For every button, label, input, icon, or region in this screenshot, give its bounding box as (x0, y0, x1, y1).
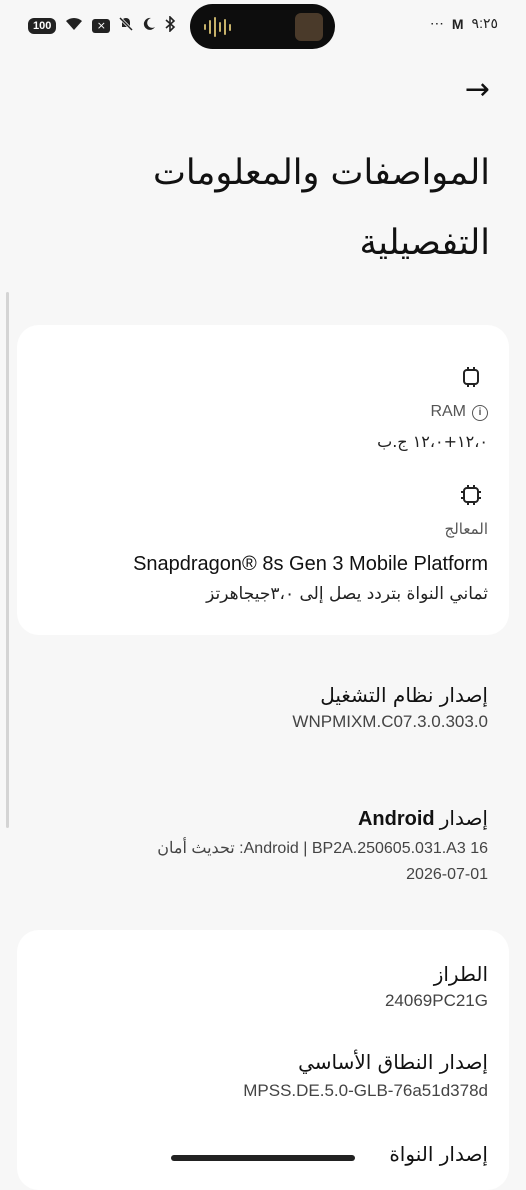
status-icons-right: ⋯ M ٩:٢٥ (430, 15, 498, 32)
back-arrow-icon[interactable]: → (465, 72, 490, 108)
separator: | (303, 840, 308, 857)
specs-card: RAM i ١٢،٠+١٢،٠ ج.ب المعالج Snapdragon® 8… (17, 325, 509, 635)
status-bar: 100 × ⋯ M ٩:٢٥ (0, 0, 526, 54)
android-version-label-prefix: إصدار (439, 806, 488, 830)
processor-label: المعالج (444, 520, 488, 538)
processor-chip-icon (459, 483, 483, 511)
ram-label: RAM (430, 403, 466, 420)
memory-chip-icon (459, 365, 483, 393)
wifi-icon (64, 16, 84, 35)
model-label: الطراز (433, 962, 488, 986)
do-not-disturb-moon-icon (142, 17, 156, 34)
model-value: 24069PC21G (384, 991, 488, 1010)
android-version-label: إصدار Android (358, 806, 488, 831)
kernel-label: إصدار النواة (389, 1142, 488, 1166)
security-update-label: تحديث أمان :Android (157, 840, 299, 857)
info-icon[interactable]: i (472, 405, 488, 421)
gmail-icon: M (451, 15, 464, 32)
build-number: BP2A.250605.031.A3 16 (311, 840, 488, 857)
more-notifications-icon: ⋯ (429, 15, 444, 31)
ram-label-row: RAM i (430, 401, 488, 421)
android-version-value-line1: تحديث أمان :Android | BP2A.250605.031.A3… (157, 838, 488, 858)
os-version-value: WNPMIXM.C07.3.0.303.0 (292, 712, 488, 731)
media-thumbnail (295, 13, 323, 41)
battery-indicator: 100 (28, 17, 57, 34)
processor-detail: ثماني النواة بتردد يصل إلى ٣،٠جيجاهرتز (206, 584, 488, 604)
home-indicator[interactable] (171, 1155, 355, 1161)
audio-waveform-icon (204, 17, 231, 37)
processor-name: Snapdragon® 8s Gen 3 Mobile Platform (133, 553, 488, 575)
android-version-label-name: Android (357, 808, 435, 830)
page-title: المواصفات والمعلومات التفصيلية (152, 153, 490, 263)
security-patch-date: 2026-07-01 (406, 866, 488, 883)
scrollbar[interactable] (6, 292, 9, 828)
ram-value: ١٢،٠+١٢،٠ ج.ب (377, 432, 488, 451)
clock: ٩:٢٥ (471, 15, 498, 31)
os-version-label: إصدار نظام التشغيل (320, 683, 488, 707)
mobile-data-off-icon: × (92, 18, 111, 33)
baseband-label: إصدار النطاق الأساسي (298, 1050, 488, 1074)
details-card: الطراز 24069PC21G إصدار النطاق الأساسي M… (17, 930, 509, 1190)
dynamic-island-media[interactable] (190, 4, 335, 49)
baseband-value: MPSS.DE.5.0-GLB-76a51d378d (243, 1081, 488, 1100)
bell-muted-icon (118, 16, 134, 35)
status-icons-left: 100 × (28, 15, 176, 35)
bluetooth-icon (164, 15, 176, 35)
